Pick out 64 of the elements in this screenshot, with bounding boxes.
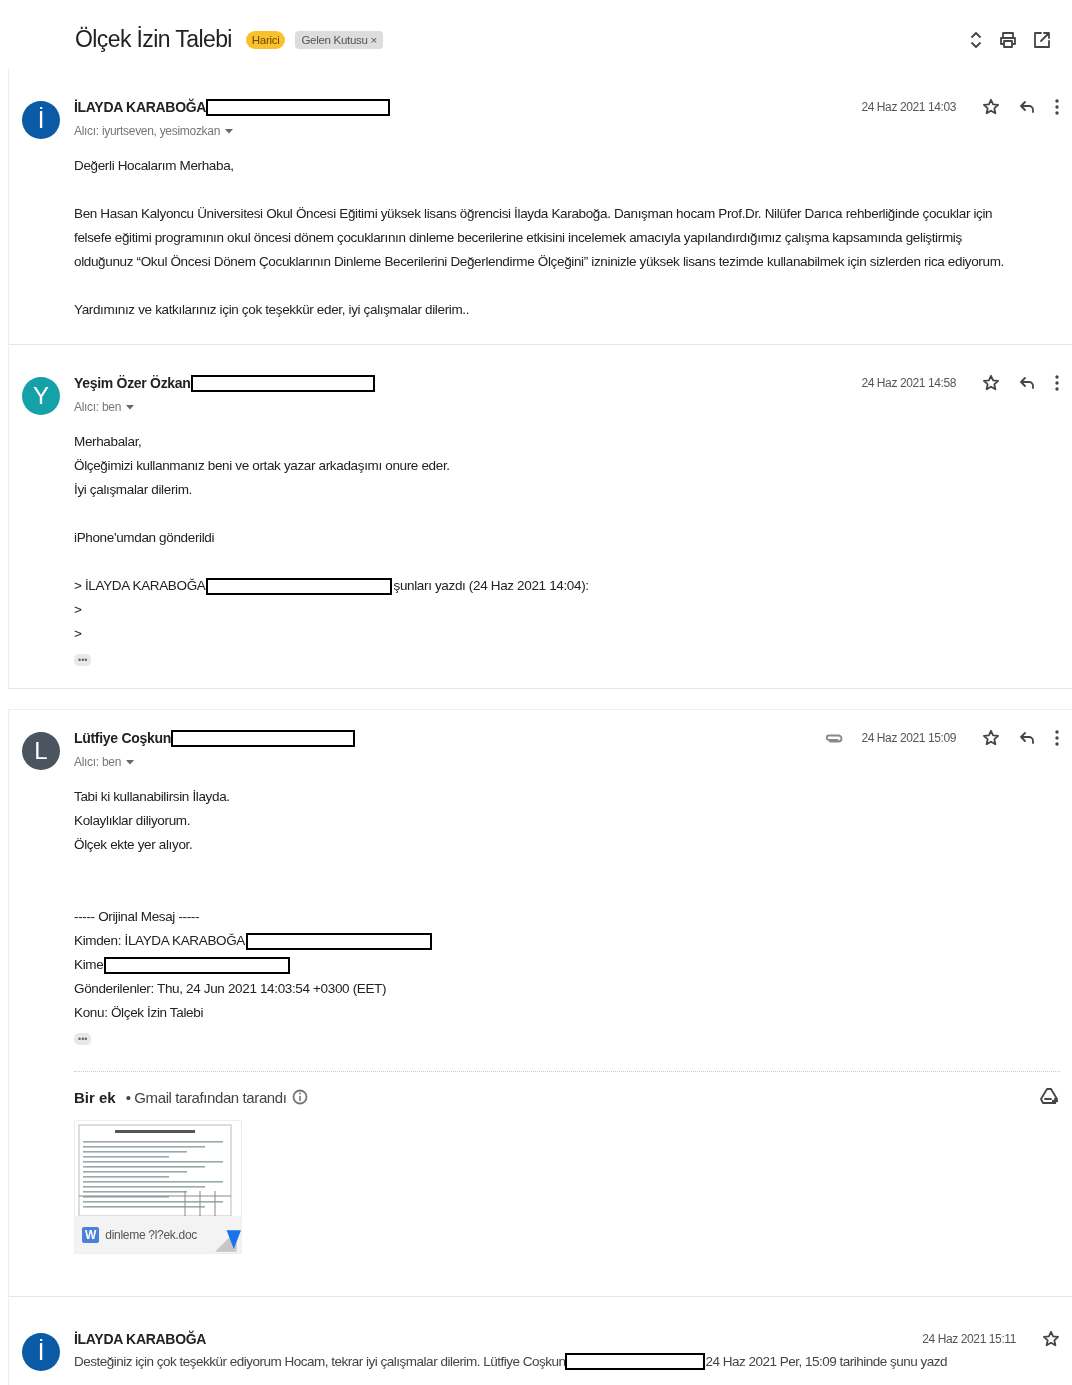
show-trimmed-button[interactable]: •••	[74, 654, 92, 666]
avatar: İ	[22, 1333, 60, 1371]
word-file-icon: W	[82, 1226, 100, 1243]
body-text: Ben Hasan Kalyoncu Üniversitesi Okul Öncesi Eğitimi yüksek lisans öğrencisi İlayda Karaboğa. Danışman hocam Prof.Dr. Nilüfer Darıca rehberliğinde çocuklar için felsefe eğitimi programının okul öncesi dönem çocuklarının dinleme becerilerine etkisini incelemek amacıyla yapılandırdığımız çalışma kapsamında geliştirmiş olduğunuz “Okul Öncesi Dönem Çocuklarının Dinleme Becerilerini Değerlendirme Ölçeğini” izninizle yüksek lisans tezimde kullanabilmek için sizlerden rica ediyorum.	[74, 205, 1005, 271]
message-date: 24 Haz 2021 15:09	[861, 731, 956, 745]
more-icon[interactable]	[1054, 374, 1060, 392]
body-text: İyi çalışmalar dilerim.	[74, 481, 193, 499]
print-icon[interactable]	[998, 29, 1018, 50]
message-snippet: Desteğiniz için çok teşekkür ediyorum Hocam, tekrar iyi çalışmalar dilerim. Lütfiye Coşkun	[74, 1354, 566, 1369]
thread-subject: Ölçek İzin Talebi	[75, 26, 232, 53]
dropdown-caret-icon	[225, 128, 234, 134]
star-icon[interactable]	[982, 729, 1000, 747]
body-text: Ölçeğimizi kullanmanız beni ve ortak yazar arkadaşımı onure eder.	[74, 457, 451, 475]
body-text: Kolaylıklar diliyorum.	[74, 812, 192, 830]
open-in-new-window-icon[interactable]	[1032, 29, 1052, 50]
expand-collapse-icon[interactable]	[968, 29, 984, 50]
label-chip[interactable]: Harici	[245, 30, 286, 49]
label-chip[interactable]: Gelen Kutusu ×	[295, 30, 383, 49]
recipient-line[interactable]: Alıcı: ben	[74, 400, 135, 414]
body-text: iPhone'umdan gönderildi	[74, 529, 216, 547]
avatar: İ	[22, 101, 60, 139]
body-text: >	[74, 625, 83, 643]
recipient-line[interactable]: Alıcı: iyurtseven, yesimozkan	[74, 124, 234, 138]
body-text: Ölçek ekte yer alıyor.	[74, 836, 194, 854]
message-date: 24 Haz 2021 14:58	[861, 376, 956, 390]
attachment-count: Bir ek	[74, 1088, 116, 1106]
body-text: Kimden: İLAYDA KARABOĞA	[74, 932, 246, 950]
body-text: Merhabalar,	[74, 433, 143, 451]
recipient-line[interactable]: Alıcı: ben	[74, 755, 135, 769]
sender-name: Yeşim Özer Özkan	[74, 375, 191, 391]
body-text: Kime	[74, 956, 104, 974]
reply-icon[interactable]	[1018, 374, 1036, 392]
more-icon[interactable]	[1054, 729, 1060, 747]
show-trimmed-button[interactable]: •••	[74, 1033, 92, 1045]
attachment-card[interactable]: W dinleme ?l?ek.doc	[74, 1120, 242, 1254]
more-icon[interactable]	[1054, 98, 1060, 116]
body-text: Değerli Hocalarım Merhaba,	[74, 157, 235, 175]
message-date: 24 Haz 2021 15:11	[922, 1332, 1016, 1346]
scan-note: • Gmail tarafından tarandı	[125, 1088, 287, 1106]
star-icon[interactable]	[1042, 1330, 1060, 1348]
sender-name: Lütfiye Coşkun	[74, 730, 171, 746]
avatar: L	[22, 732, 60, 770]
reply-icon[interactable]	[1018, 98, 1036, 116]
body-text: Konu: Ölçek İzin Talebi	[74, 1004, 205, 1022]
dropdown-caret-icon	[126, 759, 135, 765]
dropdown-caret-icon	[126, 404, 135, 410]
body-text: Yardımınız ve katkılarınız için çok teşekkür eder, iyi çalışmalar dilerim..	[74, 301, 471, 319]
body-text: ----- Orijinal Mesaj -----	[74, 908, 201, 926]
corner-fold-icon	[215, 1229, 241, 1253]
sender-name: İLAYDA KARABOĞA	[74, 99, 207, 115]
file-name: dinleme ?l?ek.doc	[105, 1227, 197, 1242]
message-date: 24 Haz 2021 14:03	[861, 100, 956, 114]
star-icon[interactable]	[982, 98, 1000, 116]
info-icon[interactable]	[292, 1089, 309, 1105]
reply-icon[interactable]	[1018, 729, 1036, 747]
body-text: şunları yazdı (24 Haz 2021 14:04):	[393, 577, 589, 595]
body-text: >	[74, 601, 83, 619]
body-text: > İLAYDA KARABOĞA	[74, 577, 206, 595]
message-snippet: 24 Haz 2021 Per, 15:09 tarihinde şunu yazd	[705, 1354, 948, 1369]
body-text: Gönderilenler: Thu, 24 Jun 2021 14:03:54 +0300 (EET)	[74, 980, 388, 998]
sender-name: İLAYDA KARABOĞA	[74, 1331, 207, 1347]
body-text: Tabi ki kullanabilirsin İlayda.	[74, 788, 231, 806]
avatar: Y	[22, 377, 60, 415]
star-icon[interactable]	[982, 374, 1000, 392]
